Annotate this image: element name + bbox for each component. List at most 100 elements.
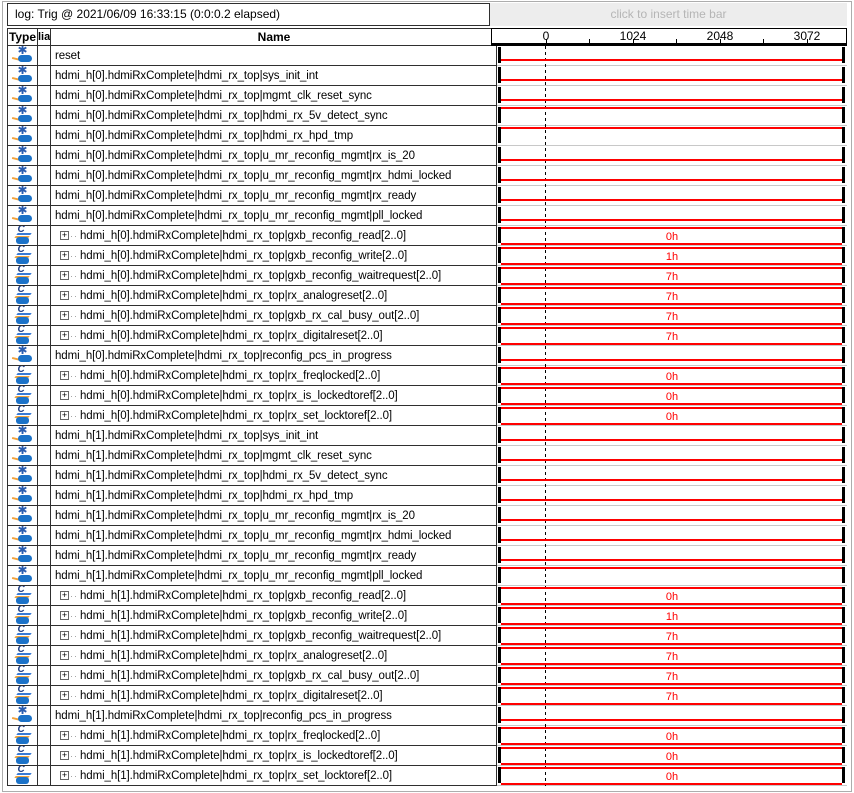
signal-alias-cell[interactable] xyxy=(38,506,51,526)
signal-alias-cell[interactable] xyxy=(38,726,51,746)
expand-button[interactable]: + xyxy=(60,331,69,340)
signal-alias-cell[interactable] xyxy=(38,146,51,166)
waveform-cell[interactable] xyxy=(497,46,847,66)
expand-button[interactable]: + xyxy=(60,311,69,320)
signal-name-cell[interactable]: + ·· hdmi_h[1].hdmiRxComplete|hdmi_rx_top|… xyxy=(51,766,497,786)
expand-button[interactable]: + xyxy=(60,391,69,400)
expand-button[interactable]: + xyxy=(60,731,69,740)
waveform-cell[interactable]: 0h xyxy=(497,726,847,746)
signal-alias-cell[interactable] xyxy=(38,386,51,406)
signal-alias-cell[interactable] xyxy=(38,766,51,786)
waveform-cell[interactable] xyxy=(497,66,847,86)
signal-alias-cell[interactable] xyxy=(38,646,51,666)
waveform-cell[interactable]: 1h xyxy=(497,606,847,626)
waveform-cell[interactable]: 7h xyxy=(497,306,847,326)
signal-alias-cell[interactable] xyxy=(38,266,51,286)
signal-name-cell[interactable]: hdmi_h[0].hdmiRxComplete|hdmi_rx_top|mgm… xyxy=(51,86,497,106)
waveform-cell[interactable] xyxy=(497,106,847,126)
signal-type-cell[interactable]: C xyxy=(7,246,38,266)
signal-name-cell[interactable]: + ·· hdmi_h[0].hdmiRxComplete|hdmi_rx_top|… xyxy=(51,246,497,266)
expand-button[interactable]: + xyxy=(60,691,69,700)
waveform-cell[interactable] xyxy=(497,426,847,446)
signal-type-cell[interactable]: ✱ xyxy=(7,126,38,146)
waveform-cell[interactable] xyxy=(497,706,847,726)
waveform-cell[interactable]: 0h xyxy=(497,366,847,386)
signal-alias-cell[interactable] xyxy=(38,246,51,266)
signal-name-cell[interactable]: + ·· hdmi_h[0].hdmiRxComplete|hdmi_rx_top|… xyxy=(51,306,497,326)
signal-alias-cell[interactable] xyxy=(38,166,51,186)
signal-type-cell[interactable]: ✱ xyxy=(7,706,38,726)
signal-name-cell[interactable]: hdmi_h[1].hdmiRxComplete|hdmi_rx_top|u_m… xyxy=(51,506,497,526)
signal-type-cell[interactable]: ✱ xyxy=(7,546,38,566)
waveform-cell[interactable]: 7h xyxy=(497,646,847,666)
waveform-cell[interactable]: 0h xyxy=(497,766,847,786)
waveform-cell[interactable] xyxy=(497,546,847,566)
signal-type-cell[interactable]: C xyxy=(7,266,38,286)
expand-button[interactable]: + xyxy=(60,771,69,780)
signal-alias-cell[interactable] xyxy=(38,706,51,726)
signal-name-cell[interactable]: hdmi_h[1].hdmiRxComplete|hdmi_rx_top|hdm… xyxy=(51,466,497,486)
waveform-cell[interactable] xyxy=(497,146,847,166)
signal-alias-cell[interactable] xyxy=(38,326,51,346)
signal-alias-cell[interactable] xyxy=(38,426,51,446)
signal-type-cell[interactable]: C xyxy=(7,746,38,766)
signal-name-cell[interactable]: hdmi_h[1].hdmiRxComplete|hdmi_rx_top|mgm… xyxy=(51,446,497,466)
signal-alias-cell[interactable] xyxy=(38,66,51,86)
expand-button[interactable]: + xyxy=(60,631,69,640)
signal-alias-cell[interactable] xyxy=(38,306,51,326)
expand-button[interactable]: + xyxy=(60,591,69,600)
signal-name-cell[interactable]: hdmi_h[0].hdmiRxComplete|hdmi_rx_top|sys… xyxy=(51,66,497,86)
signal-type-cell[interactable]: ✱ xyxy=(7,566,38,586)
waveform-cell[interactable]: 7h xyxy=(497,626,847,646)
signal-name-cell[interactable]: + ·· hdmi_h[0].hdmiRxComplete|hdmi_rx_top|… xyxy=(51,326,497,346)
signal-type-cell[interactable]: C xyxy=(7,326,38,346)
signal-name-cell[interactable]: hdmi_h[0].hdmiRxComplete|hdmi_rx_top|u_m… xyxy=(51,146,497,166)
insert-time-bar-strip[interactable]: click to insert time bar xyxy=(490,3,847,26)
signal-name-cell[interactable]: hdmi_h[0].hdmiRxComplete|hdmi_rx_top|rec… xyxy=(51,346,497,366)
signal-name-cell[interactable]: hdmi_h[1].hdmiRxComplete|hdmi_rx_top|u_m… xyxy=(51,546,497,566)
signal-name-cell[interactable]: + ·· hdmi_h[1].hdmiRxComplete|hdmi_rx_top|… xyxy=(51,626,497,646)
waveform-cell[interactable]: 0h xyxy=(497,226,847,246)
signal-name-cell[interactable]: hdmi_h[0].hdmiRxComplete|hdmi_rx_top|u_m… xyxy=(51,166,497,186)
signal-alias-cell[interactable] xyxy=(38,46,51,66)
waveform-cell[interactable] xyxy=(497,566,847,586)
waveform-cell[interactable] xyxy=(497,86,847,106)
signal-name-cell[interactable]: hdmi_h[1].hdmiRxComplete|hdmi_rx_top|u_m… xyxy=(51,526,497,546)
signal-type-cell[interactable]: C xyxy=(7,686,38,706)
signal-alias-cell[interactable] xyxy=(38,566,51,586)
waveform-cell[interactable]: 0h xyxy=(497,746,847,766)
signal-name-cell[interactable]: + ·· hdmi_h[0].hdmiRxComplete|hdmi_rx_top|… xyxy=(51,366,497,386)
signal-type-cell[interactable]: C xyxy=(7,366,38,386)
waveform-cell[interactable] xyxy=(497,446,847,466)
waveform-cell[interactable] xyxy=(497,166,847,186)
expand-button[interactable]: + xyxy=(60,611,69,620)
signal-type-cell[interactable]: ✱ xyxy=(7,426,38,446)
waveform-cell[interactable]: 0h xyxy=(497,586,847,606)
expand-button[interactable]: + xyxy=(60,291,69,300)
waveform-cell[interactable]: 1h xyxy=(497,246,847,266)
signal-name-cell[interactable]: + ·· hdmi_h[1].hdmiRxComplete|hdmi_rx_top|… xyxy=(51,686,497,706)
waveform-cell[interactable]: 0h xyxy=(497,406,847,426)
waveform-cell[interactable] xyxy=(497,466,847,486)
signal-type-cell[interactable]: C xyxy=(7,226,38,246)
expand-button[interactable]: + xyxy=(60,371,69,380)
waveform-cell[interactable] xyxy=(497,526,847,546)
expand-button[interactable]: + xyxy=(60,251,69,260)
signal-name-cell[interactable]: reset xyxy=(51,46,497,66)
waveform-cell[interactable]: 7h xyxy=(497,686,847,706)
signal-alias-cell[interactable] xyxy=(38,86,51,106)
signal-alias-cell[interactable] xyxy=(38,486,51,506)
expand-button[interactable]: + xyxy=(60,271,69,280)
signal-type-cell[interactable]: ✱ xyxy=(7,46,38,66)
signal-alias-cell[interactable] xyxy=(38,586,51,606)
signal-type-cell[interactable]: ✱ xyxy=(7,106,38,126)
signal-name-cell[interactable]: hdmi_h[0].hdmiRxComplete|hdmi_rx_top|hdm… xyxy=(51,106,497,126)
signal-type-cell[interactable]: ✱ xyxy=(7,66,38,86)
signal-name-cell[interactable]: hdmi_h[0].hdmiRxComplete|hdmi_rx_top|u_m… xyxy=(51,186,497,206)
signal-alias-cell[interactable] xyxy=(38,106,51,126)
signal-type-cell[interactable]: C xyxy=(7,406,38,426)
waveform-cell[interactable] xyxy=(497,346,847,366)
expand-button[interactable]: + xyxy=(60,651,69,660)
signal-alias-cell[interactable] xyxy=(38,446,51,466)
signal-alias-cell[interactable] xyxy=(38,466,51,486)
